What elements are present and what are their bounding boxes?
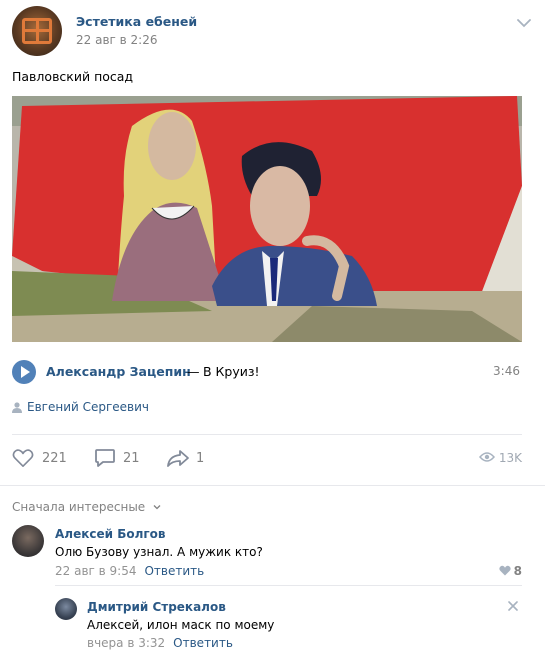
- heart-icon: [498, 565, 511, 576]
- comment-text: Алексей, илон маск по моему: [87, 618, 275, 632]
- avatar[interactable]: [55, 598, 77, 620]
- post-date[interactable]: 22 авг в 2:26: [76, 33, 157, 47]
- reply-button[interactable]: Ответить: [144, 564, 204, 578]
- share-button[interactable]: 1: [166, 446, 211, 474]
- post-actions: 221 21 1 13K: [12, 446, 522, 474]
- chevron-down-icon: [153, 505, 161, 510]
- graffiti-illustration: [12, 96, 522, 342]
- signer-name[interactable]: Евгений Сергеевич: [27, 400, 149, 414]
- comment: Алексей Болгов Олю Бузову узнал. А мужик…: [12, 525, 522, 580]
- close-icon[interactable]: [506, 599, 520, 613]
- comment-text: Олю Бузову узнал. А мужик кто?: [55, 545, 263, 559]
- comment-author[interactable]: Дмитрий Стрекалов: [87, 600, 226, 614]
- share-icon: [167, 450, 189, 467]
- comment-author[interactable]: Алексей Болгов: [55, 527, 165, 541]
- post-header: Эстетика ебеней 22 авг в 2:26: [12, 6, 533, 58]
- comment-date[interactable]: вчера в 3:32: [87, 636, 165, 650]
- comment-meta: вчера в 3:32 Ответить: [87, 636, 233, 650]
- community-avatar[interactable]: [12, 6, 62, 56]
- like-button[interactable]: 221: [12, 446, 72, 474]
- chevron-down-icon[interactable]: [517, 16, 531, 30]
- divider: [12, 434, 522, 435]
- comment-button[interactable]: 21: [94, 446, 144, 474]
- audio-dash: —: [187, 364, 200, 379]
- views-counter: 13K: [478, 451, 522, 465]
- audio-duration: 3:46: [493, 364, 520, 378]
- post-text: Павловский посад: [12, 69, 134, 84]
- avatar[interactable]: [12, 525, 44, 557]
- comments-sort[interactable]: Сначала интересные: [12, 500, 161, 514]
- divider: [55, 585, 522, 586]
- comment-count: 21: [123, 451, 140, 466]
- share-count: 1: [196, 451, 205, 466]
- divider: [0, 485, 545, 486]
- like-count: 221: [42, 451, 67, 466]
- comment-date[interactable]: 22 авг в 9:54: [55, 564, 136, 578]
- audio-artist[interactable]: Александр Зацепин: [46, 364, 191, 379]
- comment-like-button[interactable]: 8: [498, 564, 522, 578]
- reply-button[interactable]: Ответить: [173, 636, 233, 650]
- eye-icon: [478, 452, 495, 462]
- comments-sort-label: Сначала интересные: [12, 500, 146, 514]
- comment-icon: [95, 449, 115, 467]
- graffiti-photo[interactable]: [12, 96, 522, 342]
- comment-like-count: 8: [513, 564, 522, 578]
- audio-attachment: Александр Зацепин — В Круиз! 3:46: [12, 359, 522, 385]
- play-icon[interactable]: [12, 360, 36, 384]
- comment-meta: 22 авг в 9:54 Ответить: [55, 564, 204, 578]
- community-logo-icon: [22, 18, 52, 44]
- views-count: 13K: [498, 451, 522, 465]
- user-icon: [12, 402, 22, 413]
- comment-reply: Дмитрий Стрекалов Алексей, илон маск по …: [55, 598, 495, 650]
- community-name[interactable]: Эстетика ебеней: [76, 14, 197, 29]
- heart-icon: [12, 449, 34, 467]
- audio-title[interactable]: В Круиз!: [203, 364, 260, 379]
